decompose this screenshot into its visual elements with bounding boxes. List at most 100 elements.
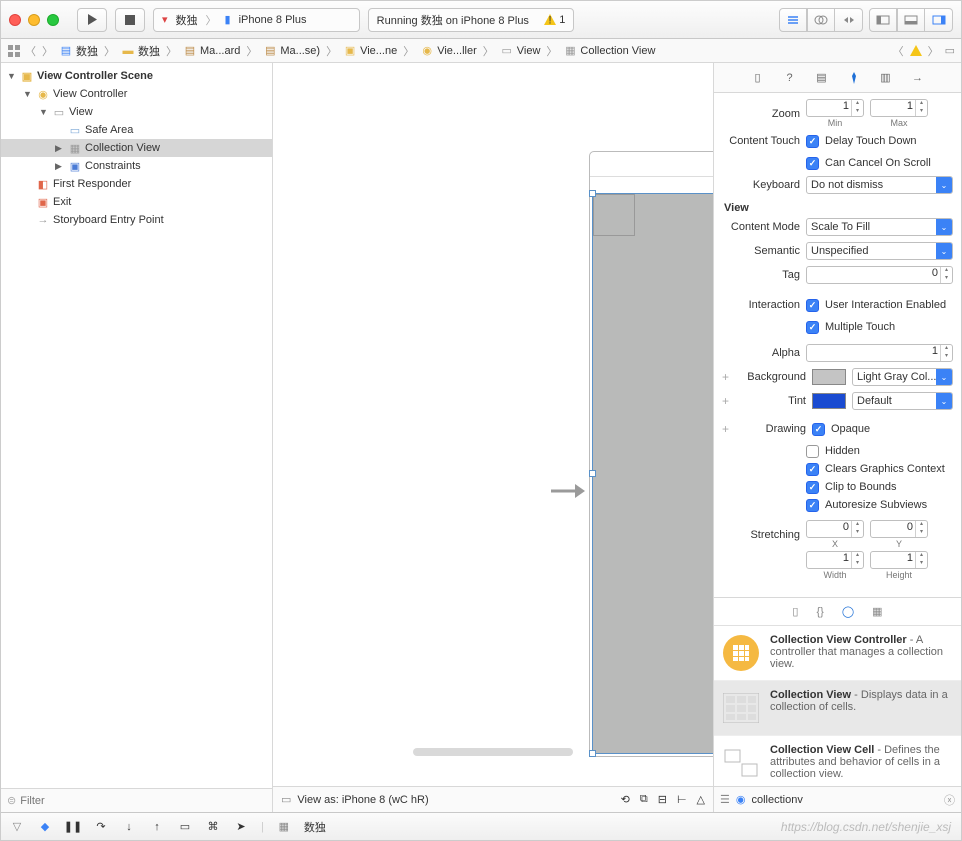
connections-inspector-tab[interactable]: →: [909, 69, 927, 87]
zoom-fit-icon[interactable]: ⟲: [621, 793, 630, 806]
attributes-inspector-tab[interactable]: [845, 69, 863, 87]
collection-view-canvas[interactable]: [592, 193, 713, 754]
path-seg-4[interactable]: ▣Vie...ne: [341, 44, 399, 58]
autoresize-checkbox[interactable]: [806, 499, 819, 512]
version-editor-button[interactable]: [835, 8, 863, 32]
add-tint-button[interactable]: +: [722, 394, 732, 408]
align-icon[interactable]: ⊟: [658, 793, 667, 806]
zoom-min-field[interactable]: 1▴▾: [806, 99, 864, 117]
clip-bounds-checkbox[interactable]: [806, 481, 819, 494]
clear-filter-button[interactable]: ⓧ: [944, 792, 955, 808]
run-button[interactable]: [77, 8, 107, 32]
path-seg-3[interactable]: ▤Ma...se): [261, 44, 322, 58]
code-snippet-tab[interactable]: {}: [816, 606, 823, 618]
path-seg-5[interactable]: ◉Vie...ller: [418, 44, 479, 58]
add-drawing-button[interactable]: +: [722, 422, 732, 436]
device-config-icon[interactable]: ▭: [281, 793, 291, 806]
process-name[interactable]: 数独: [304, 819, 326, 835]
content-mode-select[interactable]: Scale To Fill⌄: [806, 218, 953, 236]
scene-header-bar[interactable]: [590, 152, 713, 176]
view-debug-icon[interactable]: ▭: [177, 820, 193, 833]
path-seg-1[interactable]: ▬数独: [119, 43, 162, 59]
toggle-inspector-button[interactable]: [925, 8, 953, 32]
toggle-debug-button[interactable]: [897, 8, 925, 32]
view-as-label[interactable]: View as: iPhone 8 (wC hR): [297, 794, 428, 806]
location-icon[interactable]: ➤: [233, 820, 249, 833]
path-seg-0[interactable]: ▤数独: [57, 43, 100, 59]
outline-row[interactable]: ▭Safe Area: [1, 121, 272, 139]
stretch-y-field[interactable]: 0▴▾: [870, 520, 928, 538]
delay-touch-checkbox[interactable]: [806, 135, 819, 148]
object-library-tab[interactable]: ◯: [842, 605, 854, 618]
outline-row[interactable]: ▼▭View: [1, 103, 272, 121]
library-item[interactable]: Collection View Cell - Defines the attri…: [714, 736, 961, 786]
library-items[interactable]: Collection View Controller - A controlle…: [714, 626, 961, 786]
outline-row[interactable]: ▶▦Collection View: [1, 139, 272, 157]
issue-prev-button[interactable]: 〈: [891, 43, 906, 59]
tint-swatch[interactable]: [812, 393, 846, 409]
embed-icon[interactable]: ⧉: [640, 793, 648, 806]
step-out-icon[interactable]: ↑: [149, 821, 165, 833]
step-over-icon[interactable]: ↷: [93, 820, 109, 833]
background-swatch[interactable]: [812, 369, 846, 385]
hide-debug-icon[interactable]: ▽: [9, 820, 25, 833]
alpha-field[interactable]: 1▴▾: [806, 344, 953, 362]
background-select[interactable]: Light Gray Col...⌄: [852, 368, 953, 386]
related-items-icon[interactable]: [7, 44, 21, 58]
outline-row[interactable]: ▼◉View Controller: [1, 85, 272, 103]
cancel-scroll-checkbox[interactable]: [806, 157, 819, 170]
hidden-checkbox[interactable]: [806, 445, 819, 458]
library-item[interactable]: Collection View - Displays data in a col…: [714, 681, 961, 736]
path-seg-6[interactable]: ▭View: [498, 44, 543, 58]
file-template-tab[interactable]: ▯: [792, 605, 798, 618]
outline-row[interactable]: ▣Exit: [1, 193, 272, 211]
outline-filter-input[interactable]: [20, 795, 266, 807]
forward-button[interactable]: 〉: [40, 43, 55, 59]
memory-graph-icon[interactable]: ⌘: [205, 820, 221, 833]
close-window-button[interactable]: [9, 14, 21, 26]
scene-card[interactable]: [589, 151, 713, 757]
opaque-checkbox[interactable]: [812, 423, 825, 436]
minimize-window-button[interactable]: [28, 14, 40, 26]
size-inspector-tab[interactable]: ▥: [877, 69, 895, 87]
standard-editor-button[interactable]: [779, 8, 807, 32]
jump-bar[interactable]: 〈 〉 ▤数独〉 ▬数独〉 ▤Ma...ard〉 ▤Ma...se)〉 ▣Vie…: [1, 39, 961, 63]
stretch-h-field[interactable]: 1▴▾: [870, 551, 928, 569]
library-filter-input[interactable]: [751, 794, 938, 806]
stretch-x-field[interactable]: 0▴▾: [806, 520, 864, 538]
resolve-icon[interactable]: △: [697, 793, 705, 806]
clears-gc-checkbox[interactable]: [806, 463, 819, 476]
outline-row[interactable]: ▶▣Constraints: [1, 157, 272, 175]
keyboard-select[interactable]: Do not dismiss⌄: [806, 176, 953, 194]
file-inspector-tab[interactable]: ▯: [749, 69, 767, 87]
stretch-w-field[interactable]: 1▴▾: [806, 551, 864, 569]
multiple-touch-checkbox[interactable]: [806, 321, 819, 334]
path-seg-7[interactable]: ▦Collection View: [561, 44, 657, 58]
pause-icon[interactable]: ❚❚: [65, 820, 81, 833]
help-inspector-tab[interactable]: ?: [781, 69, 799, 87]
canvas[interactable]: [273, 63, 713, 786]
assistant-editor-button[interactable]: [807, 8, 835, 32]
collection-cell-outline[interactable]: [593, 194, 635, 236]
breakpoint-icon[interactable]: ◆: [37, 820, 53, 833]
scheme-status-bar[interactable]: ▾ 数独 〉 ▮ iPhone 8 Plus: [153, 8, 360, 32]
canvas-horizontal-scrollbar[interactable]: [413, 748, 573, 756]
outline-toggle-icon[interactable]: ▭: [945, 44, 955, 57]
outline-row[interactable]: →Storyboard Entry Point: [1, 211, 272, 229]
pin-icon[interactable]: ⊢: [677, 793, 687, 806]
outline-tree[interactable]: ▼▣ View Controller Scene ▼◉View Controll…: [1, 63, 272, 788]
tint-select[interactable]: Default⌄: [852, 392, 953, 410]
add-background-button[interactable]: +: [722, 370, 732, 384]
warning-badge[interactable]: ! 1: [544, 14, 565, 26]
outline-row[interactable]: ◧First Responder: [1, 175, 272, 193]
library-item[interactable]: Collection View Controller - A controlle…: [714, 626, 961, 681]
user-interaction-checkbox[interactable]: [806, 299, 819, 312]
zoom-window-button[interactable]: [47, 14, 59, 26]
identity-inspector-tab[interactable]: ▤: [813, 69, 831, 87]
scene-header[interactable]: ▼▣ View Controller Scene: [1, 67, 272, 85]
library-view-icon[interactable]: ☰: [720, 793, 730, 806]
zoom-max-field[interactable]: 1▴▾: [870, 99, 928, 117]
toggle-navigator-button[interactable]: [869, 8, 897, 32]
step-in-icon[interactable]: ↓: [121, 821, 137, 833]
scene-body[interactable]: [590, 176, 713, 756]
